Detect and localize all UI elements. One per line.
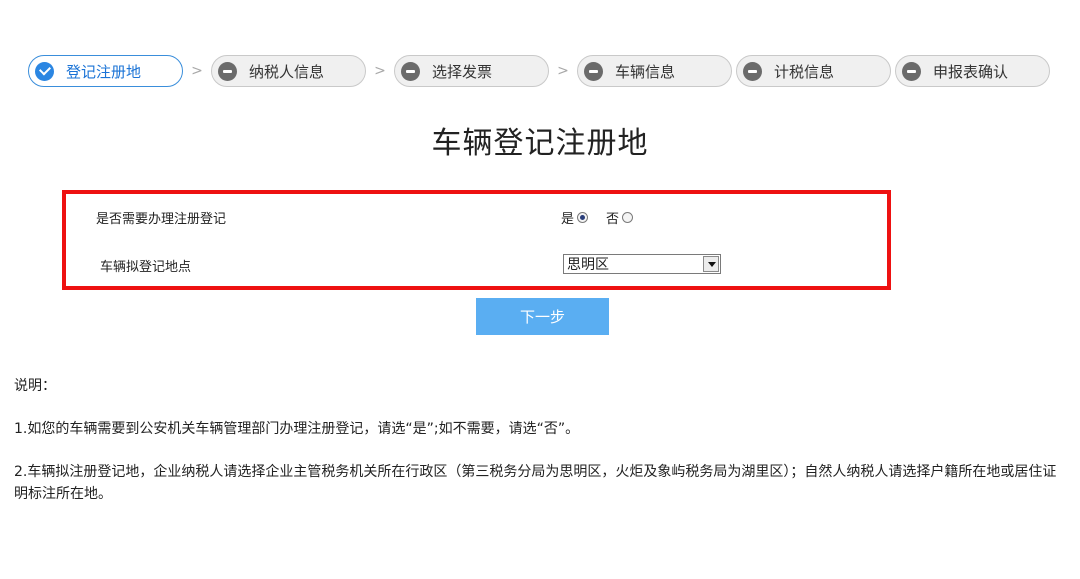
step-vehicle-info[interactable]: 车辆信息	[577, 55, 732, 87]
step-taxpayer-info[interactable]: 纳税人信息	[211, 55, 366, 87]
minus-circle-icon	[902, 61, 921, 81]
page: 登记注册地 > 纳税人信息 > 选择发票 > 车辆信息 计税信息 申报表确认 车…	[0, 0, 1080, 579]
step-tax-calc-info[interactable]: 计税信息	[736, 55, 891, 87]
location-select-value: 思明区	[567, 257, 609, 273]
radio-no[interactable]: 否	[606, 208, 634, 227]
radio-yes-dot[interactable]	[577, 212, 589, 223]
step-bar: 登记注册地 > 纳税人信息 > 选择发票 > 车辆信息 计税信息 申报表确认	[28, 55, 1050, 87]
step-label: 选择发票	[432, 62, 493, 81]
dropdown-arrow-icon[interactable]	[703, 256, 719, 272]
next-step-button[interactable]: 下一步	[476, 298, 609, 335]
instructions-heading: 说明：	[14, 378, 56, 394]
step-register-location[interactable]: 登记注册地	[28, 55, 183, 87]
page-title: 车辆登记注册地	[431, 126, 649, 161]
check-circle-icon	[35, 61, 54, 81]
register-radio-group: 是 否	[561, 208, 651, 227]
step-select-invoice[interactable]: 选择发票	[394, 55, 549, 87]
minus-circle-icon	[584, 61, 603, 81]
minus-circle-icon	[218, 61, 237, 81]
location-label: 车辆拟登记地点	[100, 260, 192, 275]
step-label: 登记注册地	[66, 62, 142, 81]
step-label: 计税信息	[774, 62, 835, 81]
radio-yes-label: 是	[561, 212, 575, 227]
chevron-right-icon: >	[557, 63, 569, 79]
radio-yes[interactable]: 是	[561, 208, 589, 227]
minus-circle-icon	[401, 61, 420, 81]
radio-no-dot[interactable]	[622, 212, 634, 223]
step-label: 申报表确认	[933, 62, 1009, 81]
instruction-item-2: 2.车辆拟注册登记地，企业纳税人请选择企业主管税务机关所在行政区（第三税务分局为…	[14, 464, 1057, 502]
chevron-right-icon: >	[191, 63, 203, 79]
minus-circle-icon	[743, 61, 762, 81]
registration-form: 是否需要办理注册登记 是 否 车辆拟登记地点 思明区	[62, 190, 891, 290]
register-question-label: 是否需要办理注册登记	[96, 212, 227, 227]
step-declaration-confirm[interactable]: 申报表确认	[895, 55, 1050, 87]
location-select[interactable]: 思明区	[563, 254, 721, 274]
instruction-item-1: 1.如您的车辆需要到公安机关车辆管理部门办理注册登记，请选“是”;如不需要，请选…	[14, 421, 580, 437]
step-label: 纳税人信息	[249, 62, 325, 81]
step-label: 车辆信息	[615, 62, 676, 81]
radio-no-label: 否	[606, 212, 620, 227]
chevron-right-icon: >	[374, 63, 386, 79]
